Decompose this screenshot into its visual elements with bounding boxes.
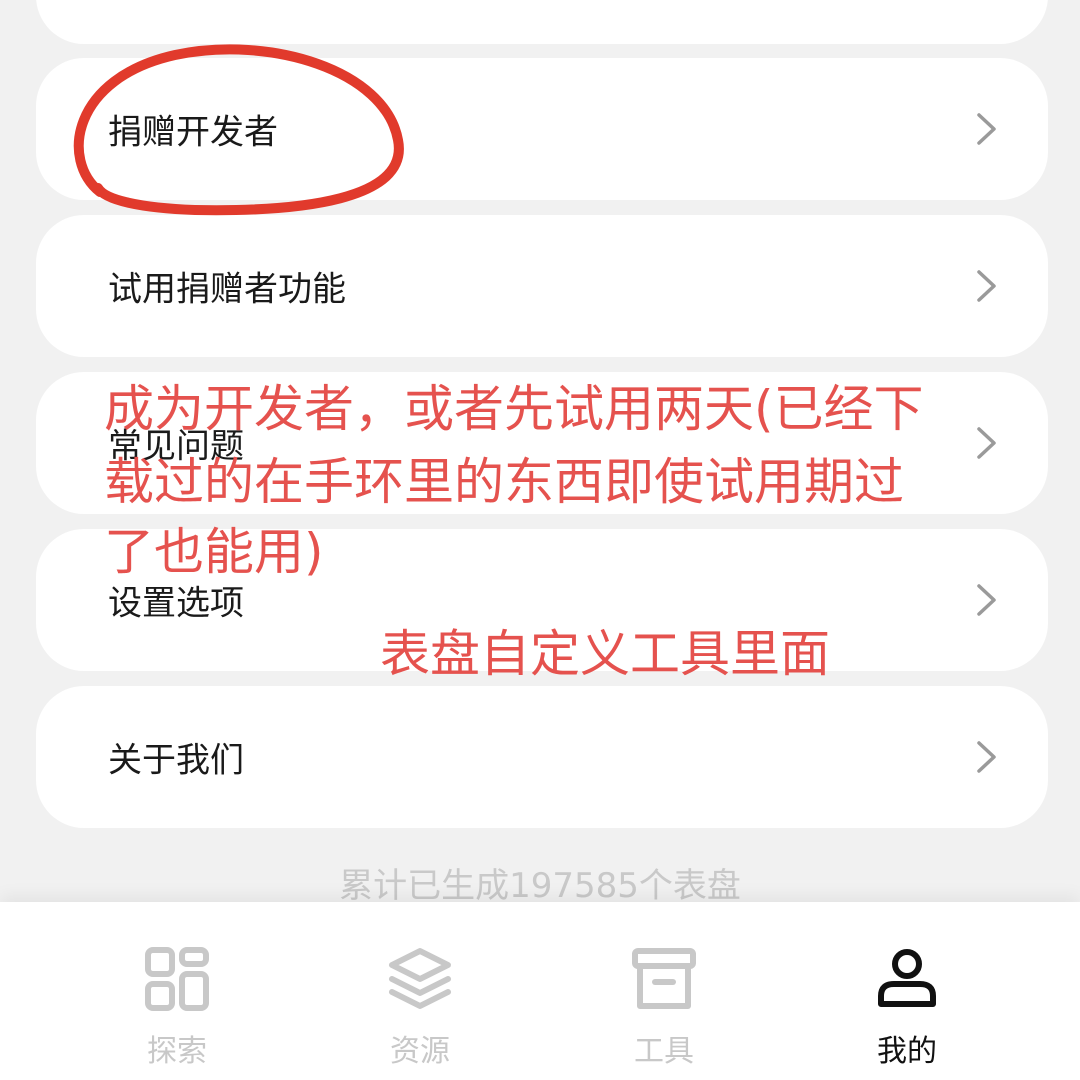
annotation-text: 成为开发者，或者先试用两天(已经下 bbox=[104, 380, 924, 438]
tab-explore[interactable]: 探索 bbox=[77, 902, 277, 1080]
tab-mine[interactable]: 我的 bbox=[807, 902, 1007, 1080]
chevron-right-icon bbox=[977, 113, 996, 145]
menu-item-about-us[interactable]: 关于我们 bbox=[36, 686, 1048, 828]
annotation-text: 载过的在手环里的东西即使试用期过 bbox=[104, 453, 904, 511]
menu-item-trial-donor-features[interactable]: 试用捐赠者功能 bbox=[36, 215, 1048, 357]
tab-label: 探索 bbox=[147, 1034, 207, 1069]
tab-label: 工具 bbox=[634, 1034, 694, 1069]
tab-label: 资源 bbox=[390, 1034, 450, 1069]
menu-card-partial bbox=[36, 0, 1048, 44]
menu-item-label: 捐赠开发者 bbox=[108, 112, 278, 153]
generated-watchface-count: 累计已生成197585个表盘 bbox=[339, 866, 741, 906]
annotation-text: 表盘自定义工具里面 bbox=[380, 625, 830, 683]
bottom-tab-bar: 探索 资源 工具 我的 bbox=[0, 902, 1080, 1080]
annotation-text: 了也能用) bbox=[104, 523, 324, 581]
tab-tools[interactable]: 工具 bbox=[564, 902, 764, 1080]
archive-box-icon bbox=[632, 948, 696, 1009]
grid-icon bbox=[145, 947, 209, 1011]
chevron-right-icon bbox=[977, 270, 996, 302]
chevron-right-icon bbox=[977, 427, 996, 459]
menu-item-label: 关于我们 bbox=[108, 740, 244, 781]
menu-item-label: 试用捐赠者功能 bbox=[108, 269, 346, 310]
chevron-right-icon bbox=[977, 741, 996, 773]
layers-icon bbox=[389, 948, 451, 1009]
menu-item-donate[interactable]: 捐赠开发者 bbox=[36, 58, 1048, 200]
tab-label: 我的 bbox=[877, 1034, 937, 1069]
chevron-right-icon bbox=[977, 584, 996, 616]
tab-resources[interactable]: 资源 bbox=[320, 902, 520, 1080]
user-icon bbox=[878, 949, 936, 1007]
